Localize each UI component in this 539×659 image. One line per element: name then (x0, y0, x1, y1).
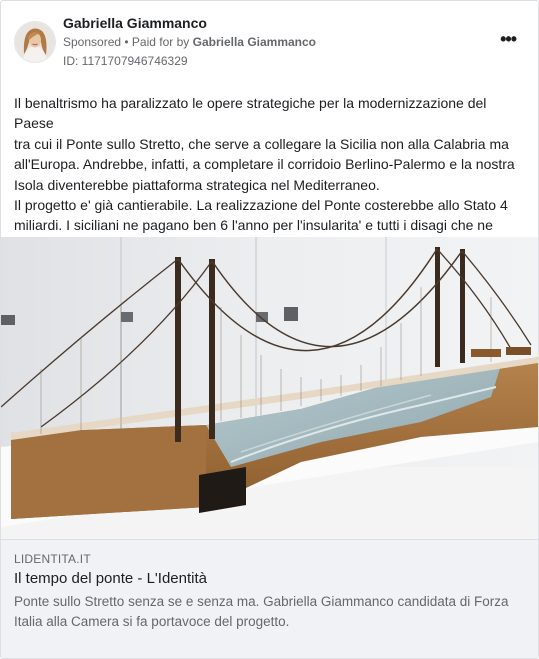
link-domain: LIDENTITA.IT (14, 552, 91, 566)
post-text: Il benaltrismo ha paralizzato le opere s… (14, 95, 515, 254)
link-description: Ponte sullo Stretto senza se e senza ma.… (14, 594, 509, 629)
bridge-model-photo (1, 237, 538, 539)
link-preview-image[interactable] (1, 237, 538, 539)
sponsored-label[interactable]: Sponsored (63, 35, 121, 49)
paid-for-name: Gabriella Giammanco (192, 35, 317, 49)
author-avatar[interactable] (14, 21, 56, 63)
separator-dot: • (121, 35, 132, 49)
more-options-icon[interactable]: ••• (500, 29, 517, 50)
profile-photo-icon (15, 22, 55, 62)
ad-id: ID: 1171707946746329 (63, 54, 188, 68)
sponsored-post-card: Gabriella Giammanco Sponsored • Paid for… (0, 0, 539, 659)
post-header: Gabriella Giammanco Sponsored • Paid for… (1, 1, 538, 81)
link-preview[interactable]: LIDENTITA.IT Il tempo del ponte - L'Iden… (1, 539, 538, 658)
paid-for-prefix: Paid for by (131, 35, 193, 49)
link-title[interactable]: Il tempo del ponte - L'Identità (14, 570, 207, 587)
author-name[interactable]: Gabriella Giammanco (63, 15, 207, 31)
sponsored-line: Sponsored • Paid for by Gabriella Giamma… (63, 35, 316, 49)
